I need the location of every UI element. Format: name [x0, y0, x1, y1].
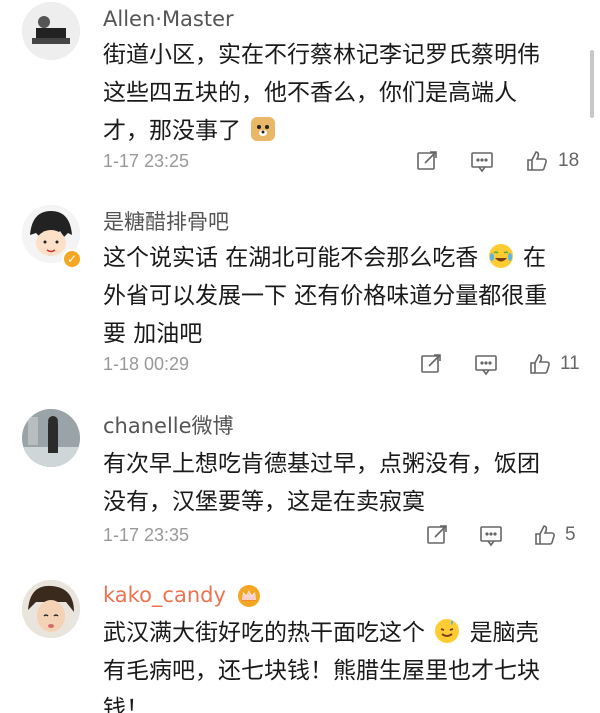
timestamp: 1-18 00:29	[103, 354, 190, 374]
doge-emoji	[251, 117, 276, 141]
like-icon[interactable]	[533, 523, 557, 547]
repost-icon[interactable]	[419, 352, 443, 376]
comment-meta: 1-17 23:25 18	[103, 146, 583, 176]
comment-text: 这个说实话 在湖北可能不会那么吃香 在 外省可以发展一下 还有价格味道分量都很重…	[103, 239, 583, 353]
comment-feed: Allen·Master 街道小区，实在不行蔡林记李记罗氏蔡明伟 这些四五块的，…	[0, 0, 600, 713]
comment-icon[interactable]	[474, 352, 498, 376]
comment-icon[interactable]	[479, 523, 503, 547]
comment-meta: 1-17 23:35 5	[103, 520, 583, 550]
comment-text: 有次早上想吃肯德基过早，点粥没有，饭团 没有，汉堡要等，这是在卖寂寞	[103, 445, 583, 521]
comment-meta: 1-18 00:29 11	[103, 349, 583, 379]
scrollbar[interactable]	[590, 50, 594, 118]
crown-icon	[237, 585, 260, 607]
username[interactable]: Allen·Master	[103, 4, 234, 34]
laugh-cry-emoji	[488, 244, 513, 268]
timestamp: 1-17 23:35	[103, 525, 190, 545]
like-count: 5	[565, 524, 576, 545]
comment-line: 有次早上想吃肯德基过早，点粥没有，饭团	[103, 451, 540, 477]
like-icon[interactable]	[525, 149, 549, 173]
verified-badge: ✓	[62, 249, 82, 269]
comment-line: 没有，汉堡要等，这是在卖寂寞	[103, 489, 425, 515]
comment-line: 钱！	[103, 696, 149, 713]
comment-line: 有毛病吧，还七块钱！熊腊生屋里也才七块	[103, 658, 540, 684]
comment-line: 武汉满大街好吃的热干面吃这个 是脑壳	[103, 619, 539, 646]
like-count: 11	[560, 353, 580, 374]
sweat-smile-emoji	[435, 619, 460, 643]
comment-line: 外省可以发展一下 还有价格味道分量都很重	[103, 283, 548, 309]
avatar[interactable]	[22, 580, 80, 638]
comment-line: 这个说实话 在湖北可能不会那么吃香 在	[103, 244, 546, 271]
comment-text: 街道小区，实在不行蔡林记李记罗氏蔡明伟 这些四五块的，他不香么，你们是高端人 才…	[103, 36, 583, 150]
comment-line: 这些四五块的，他不香么，你们是高端人	[103, 80, 517, 106]
username[interactable]: 是糖醋排骨吧	[103, 207, 229, 237]
comment-line: 街道小区，实在不行蔡林记李记罗氏蔡明伟	[103, 42, 540, 68]
repost-icon[interactable]	[415, 149, 439, 173]
repost-icon[interactable]	[425, 523, 449, 547]
comment-line: 要 加油吧	[103, 321, 203, 347]
timestamp: 1-17 23:25	[103, 151, 190, 171]
username[interactable]: kako_candy	[103, 580, 261, 610]
like-icon[interactable]	[528, 352, 552, 376]
username[interactable]: chanelle微博	[103, 411, 234, 441]
like-count: 18	[558, 150, 580, 171]
comment-text: 武汉满大街好吃的热干面吃这个 是脑壳 有毛病吧，还七块钱！熊腊生屋里也才七块 钱…	[103, 614, 583, 713]
avatar[interactable]	[22, 2, 80, 60]
avatar[interactable]	[22, 409, 80, 467]
comment-line: 才，那没事了	[103, 112, 583, 150]
comment-icon[interactable]	[470, 149, 494, 173]
